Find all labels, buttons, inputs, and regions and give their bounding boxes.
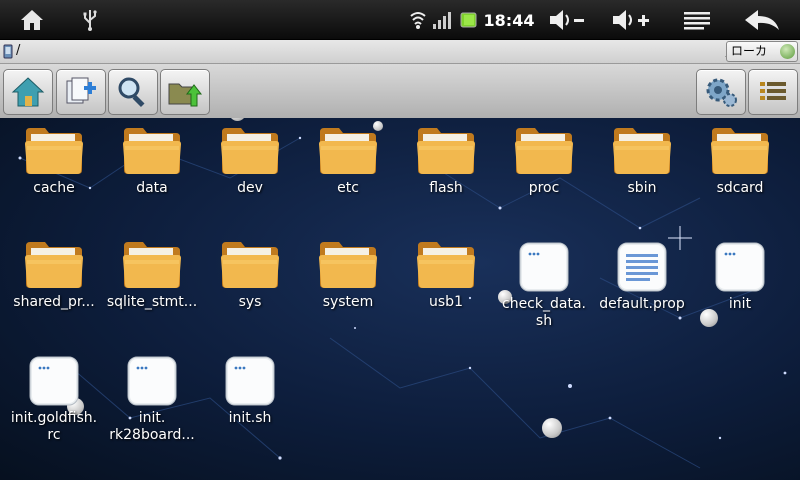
file-name: data: [136, 180, 168, 196]
file-icon: [691, 240, 789, 294]
toolbar: [0, 64, 800, 118]
file-name: check_data. sh: [502, 296, 586, 329]
file-name: flash: [429, 180, 463, 196]
file-name: init.sh: [228, 410, 272, 426]
location-select-value: ローカ: [731, 44, 768, 58]
settings-icon: [706, 78, 737, 107]
file-item[interactable]: init.sh: [201, 354, 299, 427]
file-name: cache: [33, 180, 75, 196]
text-file-icon: [593, 240, 691, 294]
folder-icon: [593, 124, 691, 176]
volume-up-icon[interactable]: [608, 0, 654, 40]
folder-icon: [103, 124, 201, 176]
file-item[interactable]: default.prop: [593, 240, 691, 313]
folder-item[interactable]: sbin: [593, 124, 691, 197]
decorative-orb: [542, 418, 562, 438]
folder-icon: [201, 124, 299, 176]
file-name: init. rk28board...: [109, 410, 195, 443]
folder-item[interactable]: shared_pr...: [5, 238, 103, 311]
file-icon: [5, 354, 103, 408]
folder-item[interactable]: system: [299, 238, 397, 311]
folder-item[interactable]: data: [103, 124, 201, 197]
file-name: system: [322, 294, 374, 310]
home-button[interactable]: [3, 69, 53, 115]
signal-icon: [430, 0, 454, 40]
chevron-down-icon: [780, 44, 795, 59]
location-select[interactable]: ローカ: [726, 41, 798, 62]
file-name: sqlite_stmt...: [106, 294, 198, 310]
file-item[interactable]: init. rk28board...: [103, 354, 201, 444]
new-file-icon: [66, 77, 96, 104]
file-name: proc: [528, 180, 560, 196]
phone-storage-icon: [3, 44, 13, 59]
battery-icon: [458, 0, 480, 40]
folder-item[interactable]: proc: [495, 124, 593, 197]
folder-icon: [299, 238, 397, 290]
folder-up-icon: [168, 83, 203, 107]
search-icon: [118, 77, 145, 108]
home-icon: [11, 77, 45, 107]
clock-text: 18:44: [483, 10, 535, 30]
file-item[interactable]: init.goldfish. rc: [5, 354, 103, 444]
file-name: etc: [337, 180, 359, 196]
file-name: sbin: [627, 180, 657, 196]
path-bar: / ローカ: [0, 40, 800, 64]
volume-down-icon[interactable]: [545, 0, 589, 40]
file-name: sys: [238, 294, 262, 310]
file-name: sdcard: [716, 180, 764, 196]
file-grid: cache data dev etc flash proc sbin sdcard shared…: [0, 118, 800, 480]
folder-icon: [5, 124, 103, 176]
folder-item[interactable]: usb1: [397, 238, 495, 311]
file-icon: [103, 354, 201, 408]
view-mode-icon: [760, 82, 786, 100]
folder-icon: [397, 238, 495, 290]
file-item[interactable]: init: [691, 240, 789, 313]
folder-item[interactable]: dev: [201, 124, 299, 197]
folder-item[interactable]: sqlite_stmt...: [103, 238, 201, 311]
current-path: /: [16, 43, 21, 58]
folder-item[interactable]: flash: [397, 124, 495, 197]
status-bar: 18:44: [0, 0, 800, 40]
wifi-icon: [408, 0, 428, 40]
file-icon: [495, 240, 593, 294]
folder-icon: [299, 124, 397, 176]
new-file-button[interactable]: [56, 69, 106, 115]
folder-icon: [201, 238, 299, 290]
file-name: usb1: [429, 294, 463, 310]
folder-item[interactable]: etc: [299, 124, 397, 197]
back-icon[interactable]: [740, 0, 784, 40]
settings-button[interactable]: [696, 69, 746, 115]
folder-icon: [691, 124, 789, 176]
view-mode-button[interactable]: [748, 69, 798, 115]
clock: 18:44: [483, 0, 535, 40]
menu-icon[interactable]: [680, 0, 714, 40]
folder-icon: [5, 238, 103, 290]
home-icon[interactable]: [14, 0, 50, 40]
folder-item[interactable]: sdcard: [691, 124, 789, 197]
file-name: init: [728, 296, 752, 312]
folder-icon: [103, 238, 201, 290]
parent-folder-button[interactable]: [160, 69, 210, 115]
file-name: init.goldfish. rc: [10, 410, 98, 443]
file-name: shared_pr...: [13, 294, 95, 310]
search-button[interactable]: [108, 69, 158, 115]
file-name: dev: [237, 180, 263, 196]
usb-icon: [78, 0, 102, 40]
file-icon: [201, 354, 299, 408]
folder-icon: [495, 124, 593, 176]
folder-item[interactable]: cache: [5, 124, 103, 197]
file-item[interactable]: check_data. sh: [495, 240, 593, 330]
folder-icon: [397, 124, 495, 176]
file-name: default.prop: [599, 296, 685, 312]
folder-item[interactable]: sys: [201, 238, 299, 311]
